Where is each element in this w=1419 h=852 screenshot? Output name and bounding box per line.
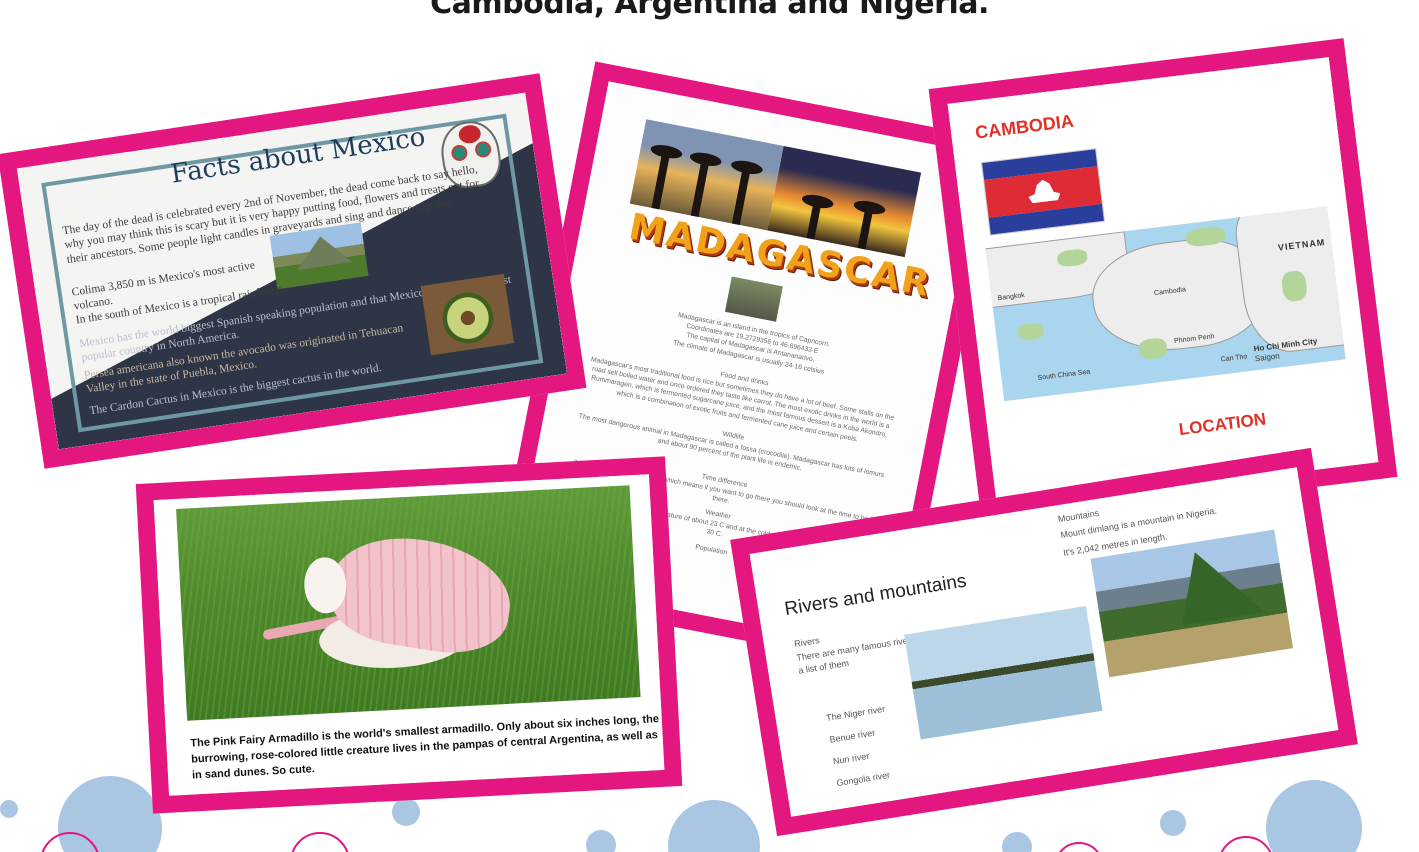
decorative-bubble	[586, 830, 616, 852]
river-photo	[904, 606, 1103, 740]
map-label-saigon: Saigon	[1254, 351, 1281, 364]
mountain-photo	[1090, 529, 1294, 678]
decorative-bubble	[1160, 810, 1186, 836]
avocado-photo	[420, 273, 515, 356]
location-label: LOCATION	[1177, 409, 1268, 440]
river-item: Benue river	[828, 727, 876, 745]
armadillo-slide-card: The Pink Fairy Armadillo is the world's …	[135, 456, 683, 814]
decorative-ring	[1054, 842, 1104, 852]
river-item: Nun river	[832, 750, 870, 767]
cambodia-title: CAMBODIA	[974, 110, 1075, 143]
map-label-can-tho: Can Tho	[1220, 353, 1248, 364]
decorative-bubble	[392, 798, 420, 826]
page-heading: Cambodia, Argentina and Nigeria.	[430, 0, 989, 21]
decorative-bubble	[668, 800, 760, 852]
map-label-sea: South China Sea	[1037, 368, 1091, 382]
river-item: Gongola river	[835, 769, 891, 789]
decorative-ring	[290, 832, 350, 852]
cambodia-map: VIETNAM Cambodia Bangkok Phnom Penh Ho C…	[985, 206, 1346, 402]
decorative-bubble	[0, 800, 18, 818]
river-item: The Niger river	[825, 703, 886, 723]
cambodia-slide-card: CAMBODIA VIETNAM Cambodia Bangkok Phnom …	[928, 38, 1398, 528]
cambodia-flag	[980, 148, 1106, 236]
armadillo-caption: The Pink Fairy Armadillo is the world's …	[190, 713, 660, 782]
wildlife-photo	[724, 276, 783, 322]
pink-fairy-armadillo-photo	[176, 485, 641, 721]
mexico-slide-card: Facts about Mexico The day of the dead i…	[0, 73, 587, 469]
rivers-mountains-heading: Rivers and mountains	[783, 570, 968, 621]
decorative-bubble	[1266, 780, 1362, 852]
decorative-ring	[1218, 836, 1274, 852]
decorative-bubble	[1002, 832, 1032, 852]
